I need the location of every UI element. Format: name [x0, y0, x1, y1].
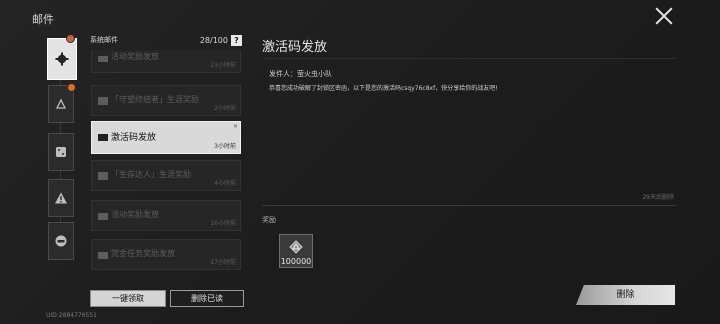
envelope-icon [98, 97, 108, 105]
mail-item[interactable]: 「生存达人」生涯奖励 4小时前 [91, 160, 241, 191]
expire-notice: 29天后删除 [642, 194, 674, 201]
category-tab-2[interactable] [48, 83, 76, 123]
phone-icon [98, 134, 108, 141]
reward-quantity: 100000 [280, 257, 312, 266]
mail-time: 4小时前 [214, 180, 236, 187]
reward-item[interactable]: 100000 [279, 234, 313, 268]
close-icon[interactable] [654, 6, 674, 26]
mail-item[interactable]: 活动奖励发放 16小时前 [91, 200, 241, 231]
page-title: 邮件 [32, 13, 54, 26]
mail-list-heading: 系统邮件 [90, 36, 118, 44]
mail-time: 2小时前 [214, 105, 236, 112]
mail-item[interactable]: 赏金任务奖励发放 17小时前 [91, 239, 241, 270]
dice-icon [56, 147, 66, 157]
reward-icon [55, 98, 67, 109]
mail-body: 恭喜您成功破解了封锁区密函，以下是您的激活码csqy76c8xf，快分享给你的战… [269, 85, 498, 92]
mail-item[interactable]: 「守望终结者」生涯奖励 2小时前 [91, 85, 241, 116]
mail-time: 17小时前 [210, 259, 236, 266]
mail-time: 16小时前 [210, 220, 236, 227]
mail-item-selected[interactable]: 激活码发放 × 3小时前 [91, 121, 241, 154]
mail-list[interactable]: 活动奖励发放 23小时前 「守望终结者」生涯奖励 2小时前 激活码发放 × 3小… [90, 50, 242, 280]
mail-subject: 活动奖励发放 [111, 210, 159, 219]
delete-button[interactable]: 删除 [576, 285, 675, 305]
gift-icon [98, 56, 108, 62]
mail-time: 3小时前 [214, 143, 236, 150]
reward-label: 奖励 [262, 216, 276, 224]
mail-subject: 「生存达人」生涯奖励 [111, 170, 191, 179]
user-id: UID:2884776551 [46, 312, 97, 319]
mail-subject: 「守望终结者」生涯奖励 [111, 95, 199, 104]
envelope-icon [98, 172, 108, 180]
mail-list-header: 系统邮件 28/100 ? [90, 35, 242, 49]
mail-subject: 活动奖励发放 [111, 52, 159, 61]
delete-read-button[interactable]: 删除已读 [170, 290, 244, 307]
helmet-icon [55, 235, 67, 247]
mail-subject: 激活码发放 [111, 133, 157, 143]
claim-all-button[interactable]: 一键领取 [90, 290, 166, 307]
divider [262, 58, 676, 59]
phone-icon [98, 213, 108, 220]
warning-icon [55, 192, 67, 204]
help-icon[interactable]: ? [231, 35, 242, 46]
crystal-icon [289, 240, 303, 254]
mail-count: 28/100 [199, 36, 228, 45]
category-tab-3[interactable] [48, 133, 74, 171]
mail-title: 激活码发放 [262, 40, 328, 55]
mail-sender: 发件人：萤火虫小队 [269, 70, 332, 78]
phone-icon [98, 252, 108, 259]
category-tab-4[interactable] [48, 179, 74, 217]
notification-dot [66, 34, 75, 43]
mail-subject: 赏金任务奖励发放 [111, 249, 175, 258]
gear-icon [55, 52, 69, 66]
mail-time: 23小时前 [210, 62, 236, 69]
category-tab-system[interactable] [47, 34, 77, 80]
notification-dot [67, 83, 76, 92]
mail-corner-mark: × [232, 123, 238, 130]
divider [262, 205, 676, 206]
mail-item[interactable]: 活动奖励发放 23小时前 [91, 50, 241, 73]
category-tab-5[interactable] [48, 222, 74, 260]
